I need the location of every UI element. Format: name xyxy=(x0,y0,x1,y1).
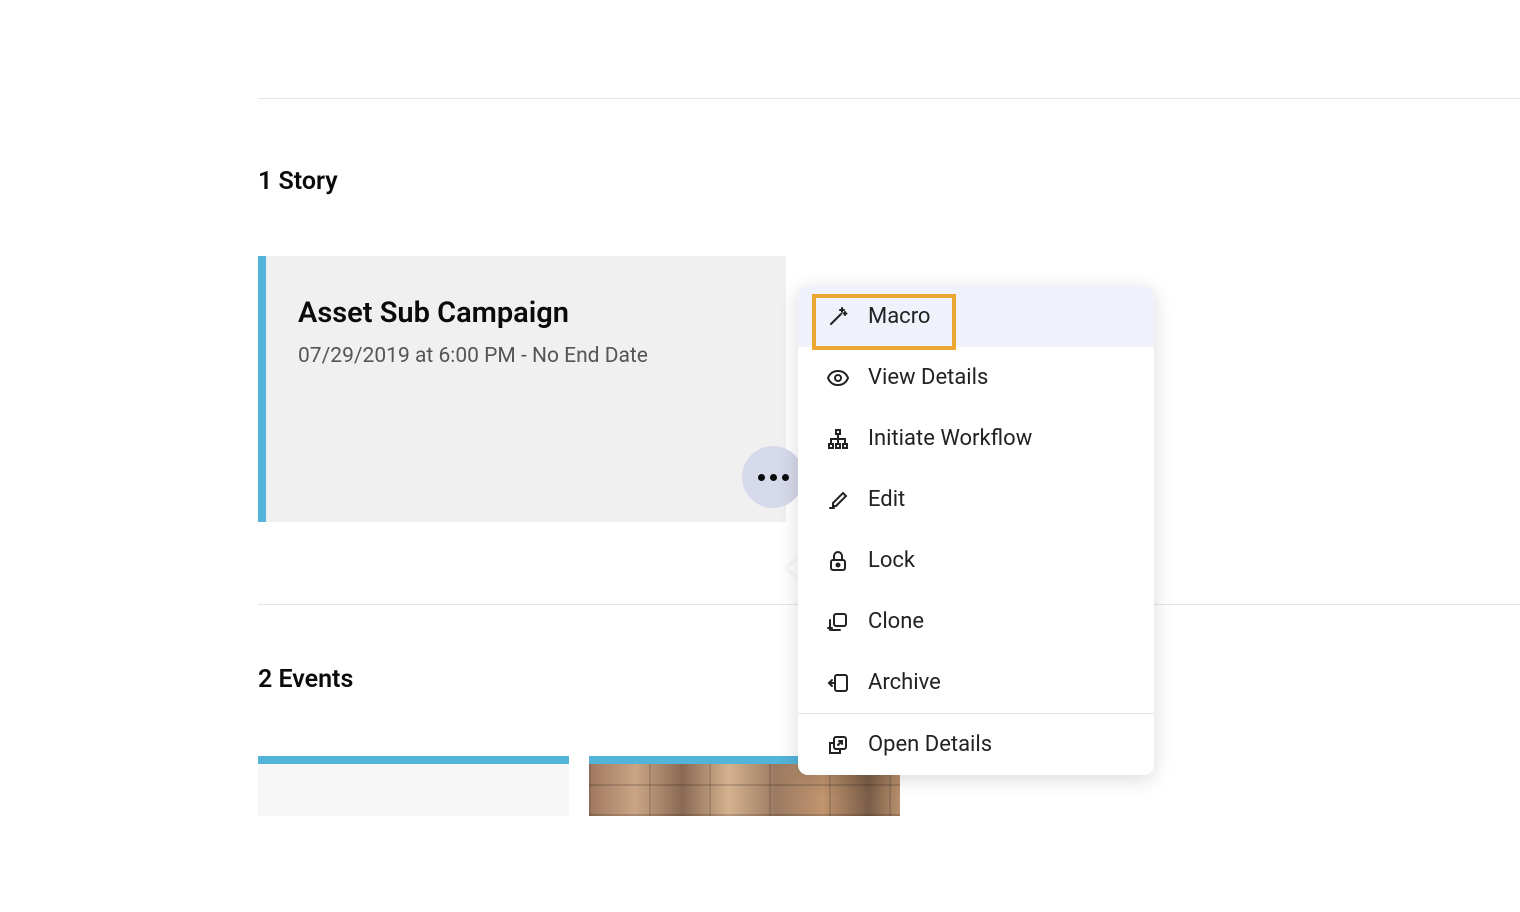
menu-item-edit[interactable]: Edit xyxy=(798,469,1154,530)
more-icon xyxy=(758,474,789,481)
menu-item-initiate-workflow[interactable]: Initiate Workflow xyxy=(798,408,1154,469)
story-card-subtitle: 07/29/2019 at 6:00 PM - No End Date xyxy=(298,344,754,368)
clone-icon xyxy=(826,610,868,634)
lock-icon xyxy=(826,549,868,573)
more-actions-button[interactable] xyxy=(742,446,804,508)
menu-item-label: Open Details xyxy=(868,732,1126,757)
menu-item-view-details[interactable]: View Details xyxy=(798,347,1154,408)
open-external-icon xyxy=(826,733,868,757)
context-menu: Macro View Details Initiate Workflow xyxy=(798,286,1154,775)
workflow-icon xyxy=(826,427,868,451)
top-divider xyxy=(258,98,1520,99)
menu-item-open-details[interactable]: Open Details xyxy=(798,714,1154,775)
menu-item-label: Macro xyxy=(868,304,1126,329)
menu-item-label: Archive xyxy=(868,670,1126,695)
menu-item-label: Edit xyxy=(868,487,1126,512)
eye-icon xyxy=(826,366,868,390)
pencil-icon xyxy=(826,488,868,512)
story-card-title: Asset Sub Campaign xyxy=(298,296,754,330)
wand-icon xyxy=(826,305,868,329)
menu-item-clone[interactable]: Clone xyxy=(798,591,1154,652)
story-section-title: 1 Story xyxy=(258,167,1520,196)
archive-icon xyxy=(826,671,868,695)
event-card[interactable] xyxy=(258,756,569,816)
story-card[interactable]: Asset Sub Campaign 07/29/2019 at 6:00 PM… xyxy=(258,256,786,522)
menu-item-label: Clone xyxy=(868,609,1126,634)
menu-item-archive[interactable]: Archive xyxy=(798,652,1154,713)
menu-item-label: Initiate Workflow xyxy=(868,426,1126,451)
menu-item-lock[interactable]: Lock xyxy=(798,530,1154,591)
menu-item-label: View Details xyxy=(868,365,1126,390)
menu-item-macro[interactable]: Macro xyxy=(798,286,1154,347)
menu-item-label: Lock xyxy=(868,548,1126,573)
